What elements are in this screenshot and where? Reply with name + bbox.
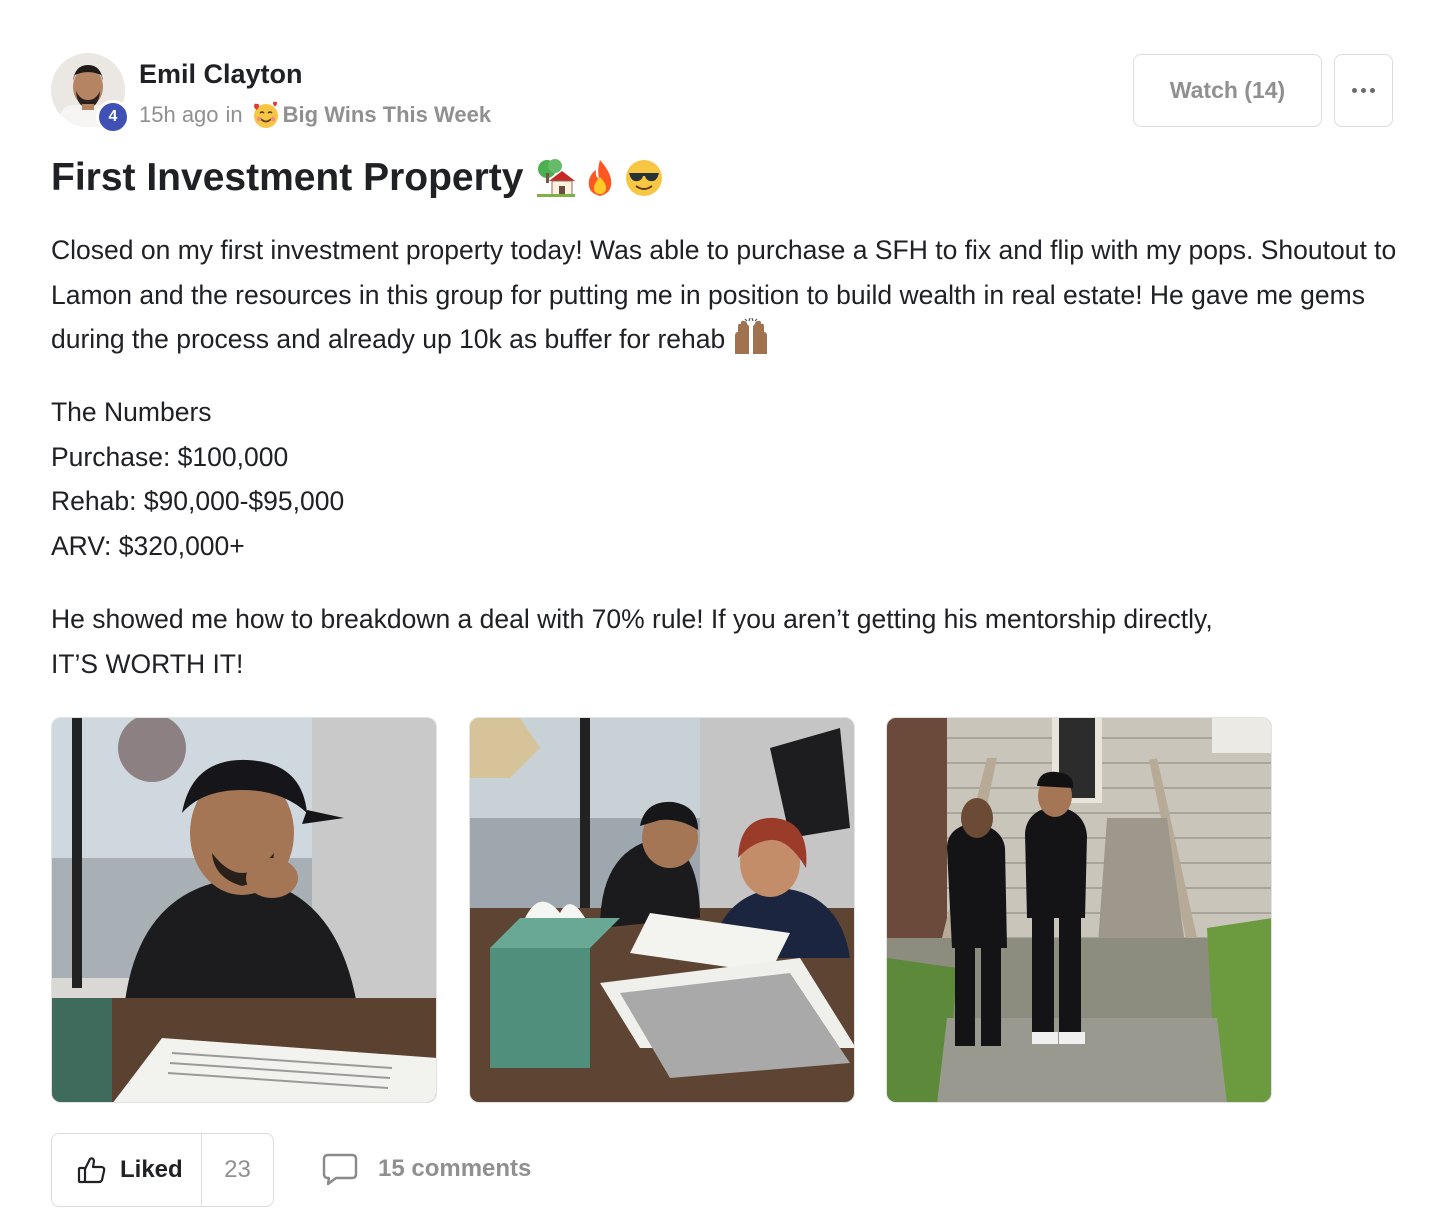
more-options-button[interactable] [1334,54,1393,127]
post-time: 15h ago [139,102,219,127]
level-badge: 4 [96,100,130,134]
avatar[interactable]: 4 [51,53,130,134]
post-title: First Investment Property [51,156,524,199]
watch-button[interactable]: Watch (14) [1133,54,1322,127]
post-paragraph-intro: Closed on my first investment property t… [51,228,1411,362]
comments-link[interactable]: 15 comments [322,1152,531,1186]
category-link[interactable]: Big Wins This Week [283,102,491,128]
post-image-3[interactable] [886,717,1272,1103]
post-paragraph-closing: He showed me how to breakdown a deal wit… [51,597,1411,686]
purchase-line: Purchase: $100,000 [51,441,289,472]
rehab-line: Rehab: $90,000-$95,000 [51,486,345,516]
post-meta: 15h ago in Big Wins This Week [139,100,491,130]
paragraph-line: IT’S WORTH IT! [51,648,244,679]
dot [1370,88,1375,93]
dot [1361,88,1366,93]
numbers-heading: The Numbers [51,397,212,427]
author-name[interactable]: Emil Clayton [139,59,303,90]
comments-label: 15 comments [378,1155,532,1182]
thumbs-up-icon [77,1157,106,1184]
post-image-2[interactable] [469,717,855,1103]
like-toggle[interactable]: Liked [52,1134,202,1206]
like-label: Liked [120,1156,183,1183]
post-image-1[interactable] [51,717,437,1103]
comment-icon [322,1153,358,1186]
title-emojis [535,157,665,199]
paragraph-line: He showed me how to breakdown a deal wit… [51,604,1213,634]
like-count[interactable]: 23 [202,1156,273,1184]
paragraph-text: Closed on my first investment property t… [51,235,1397,354]
like-button[interactable]: Liked 23 [51,1133,274,1207]
in-label: in [225,102,243,127]
fire-icon [589,160,612,196]
smiling-face-with-hearts-icon [253,101,278,128]
raising-hands-icon [735,318,768,354]
post-title-row: First Investment Property [51,156,665,200]
post-card: 4 Emil Clayton 15h ago in Big Wins This … [0,0,1440,1231]
arv-line: ARV: $320,000+ [51,530,245,561]
smiling-face-with-sunglasses-icon [626,160,663,196]
post-numbers: The Numbers Purchase: $100,000 Rehab: $9… [51,390,1411,568]
dot [1352,88,1357,93]
house-with-garden-icon [537,159,576,197]
